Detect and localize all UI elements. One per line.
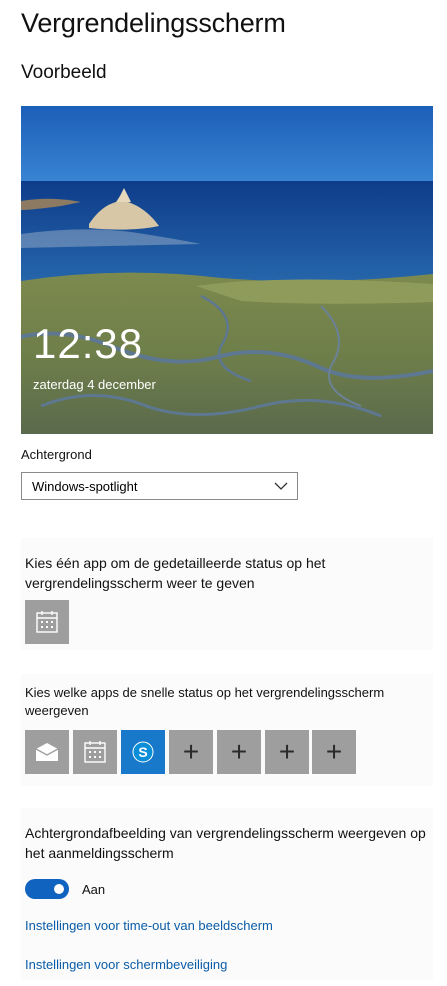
toggle-state-label: Aan [82, 882, 106, 897]
signin-background-description: Achtergrondafbeelding van vergrendelings… [25, 825, 426, 861]
svg-text:S: S [138, 744, 147, 760]
page-title: Vergrendelingsscherm [21, 8, 286, 38]
background-dropdown[interactable]: Windows-spotlight [21, 472, 298, 500]
quick-status-add-button-3[interactable]: + [265, 730, 309, 774]
mail-icon [35, 743, 59, 761]
plus-icon: + [278, 736, 296, 767]
lock-date: zaterdag 4 december [33, 377, 156, 392]
quick-status-skype-button[interactable]: S [121, 730, 165, 774]
quick-status-mail-button[interactable] [25, 730, 69, 774]
quick-status-add-button-1[interactable]: + [169, 730, 213, 774]
lock-clock: 12:38 [33, 320, 144, 367]
detailed-status-app-button[interactable] [25, 600, 69, 644]
timeout-settings-link[interactable]: Instellingen voor time-out van beeldsche… [25, 918, 273, 933]
signin-background-section: Achtergrondafbeelding van vergrendelings… [21, 808, 433, 980]
preview-heading: Voorbeeld [21, 62, 107, 83]
quick-status-add-button-4[interactable]: + [312, 730, 356, 774]
chevron-down-icon [274, 482, 288, 490]
detailed-status-section: Kies één app om de gedetailleerde status… [21, 538, 433, 650]
screensaver-settings-link[interactable]: Instellingen voor schermbeveiliging [25, 957, 227, 972]
plus-icon: + [230, 736, 248, 767]
quick-status-section: Kies welke apps de snelle status op het … [21, 674, 433, 786]
detailed-status-description: Kies één app om de gedetailleerde status… [25, 555, 326, 591]
toggle-knob [54, 884, 64, 894]
signin-background-toggle[interactable] [25, 879, 69, 899]
calendar-icon [36, 611, 58, 633]
background-label: Achtergrond [21, 447, 92, 462]
quick-status-description: Kies welke apps de snelle status op het … [25, 685, 385, 718]
lock-screen-preview: 12:38 zaterdag 4 december [21, 106, 433, 434]
plus-icon: + [325, 736, 343, 767]
quick-status-calendar-button[interactable] [73, 730, 117, 774]
background-dropdown-value: Windows-spotlight [32, 478, 138, 494]
quick-status-add-button-2[interactable]: + [217, 730, 261, 774]
plus-icon: + [182, 736, 200, 767]
calendar-icon [84, 741, 106, 763]
skype-icon: S [132, 741, 154, 763]
